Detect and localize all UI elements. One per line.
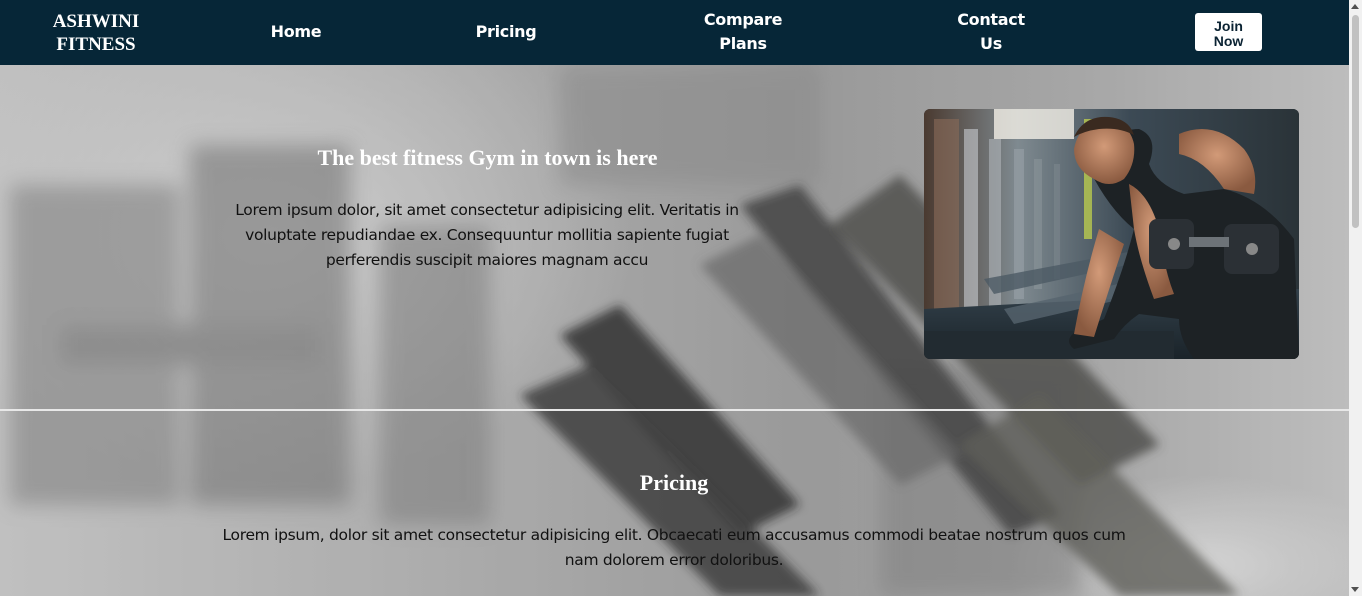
nav-link-home[interactable]: Home: [256, 20, 336, 44]
gym-photo-illustration: [924, 109, 1299, 359]
nav-link-compare-line-1: Compare: [703, 10, 783, 29]
join-now-line-1: Join: [1214, 18, 1243, 34]
vertical-scrollbar[interactable]: [1349, 0, 1362, 596]
nav-link-contact-us[interactable]: Contact Us: [950, 8, 1032, 56]
pricing-description: Lorem ipsum, dolor sit amet consectetur …: [222, 526, 1126, 569]
brand-logo[interactable]: ASHWINI FITNESS: [36, 10, 156, 56]
nav-link-compare-plans[interactable]: Compare Plans: [695, 8, 791, 56]
brand-line-1: ASHWINI: [52, 11, 140, 32]
nav-link-pricing[interactable]: Pricing: [466, 20, 546, 44]
hero-description: Lorem ipsum dolor, sit amet consectetur …: [235, 201, 739, 269]
navbar: ASHWINI FITNESS Home Pricing Compare Pla…: [0, 0, 1349, 65]
section-divider: [0, 409, 1349, 411]
nav-link-contact-line-1: Contact: [957, 10, 1025, 29]
scroll-up-icon[interactable]: [1351, 4, 1359, 9]
gym-photo: [924, 109, 1299, 359]
scroll-thumb[interactable]: [1352, 15, 1359, 228]
join-now-line-2: Now: [1213, 33, 1244, 49]
nav-link-contact-line-2: Us: [980, 34, 1002, 53]
pricing-title: Pricing: [639, 470, 709, 495]
join-now-button[interactable]: Join Now: [1195, 13, 1262, 51]
hero-title: The best fitness Gym in town is here: [317, 145, 658, 170]
nav-link-compare-line-2: Plans: [719, 34, 767, 53]
brand-line-2: FITNESS: [56, 34, 136, 55]
scroll-down-icon[interactable]: [1351, 587, 1359, 592]
